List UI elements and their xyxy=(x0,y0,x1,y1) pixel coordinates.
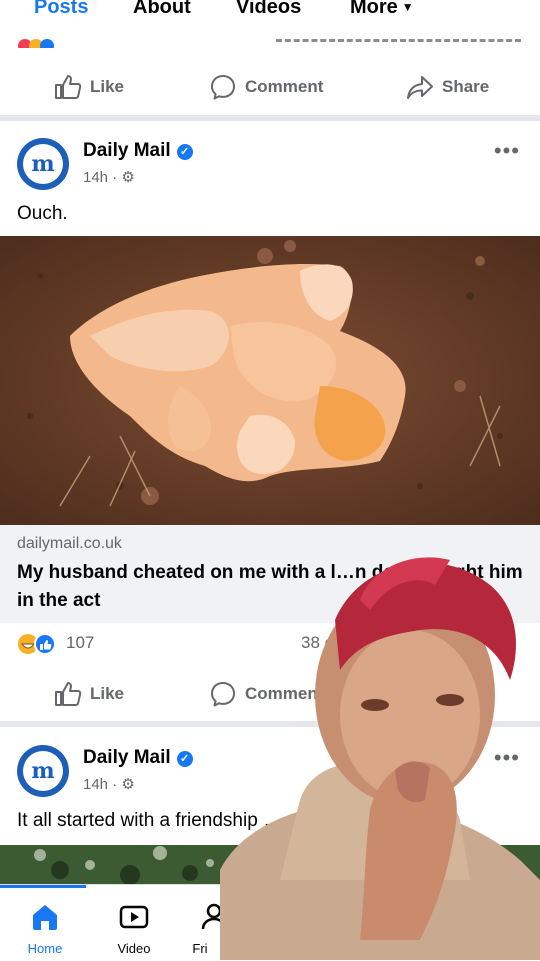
share-label: Share xyxy=(442,77,490,96)
post-header: m Daily Mail ✓ 14h · ⚙ ••• xyxy=(0,138,540,198)
video-overlay xyxy=(220,540,540,960)
post-caption: Ouch. xyxy=(17,203,68,224)
person-video-graphic xyxy=(220,557,540,960)
post-meta: 14h · ⚙ xyxy=(83,776,135,793)
share-button[interactable]: Share xyxy=(406,59,489,115)
link-domain: dailymail.co.uk xyxy=(17,535,122,552)
reaction-count[interactable]: 107 xyxy=(66,633,94,653)
haha-like-reaction-icons xyxy=(18,633,56,655)
page-name-row: Daily Mail ✓ xyxy=(83,747,193,769)
tab-more-label: More xyxy=(350,0,398,18)
post-meta: 14h · ⚙ xyxy=(83,169,135,186)
reaction-icons xyxy=(18,39,80,48)
thumbs-up-icon xyxy=(55,682,82,706)
verified-badge-icon: ✓ xyxy=(176,144,193,160)
previous-post-counts xyxy=(276,39,521,45)
previous-post-actions: Like Comment Share xyxy=(0,59,540,115)
nav-home-label: Home xyxy=(27,941,63,956)
page-avatar[interactable]: m xyxy=(17,138,69,190)
comment-label: Comment xyxy=(245,77,324,96)
home-icon xyxy=(33,905,57,930)
active-indicator xyxy=(0,885,86,888)
thumbs-up-icon xyxy=(55,75,82,99)
video-icon xyxy=(119,905,149,929)
globe-icon: ⚙ xyxy=(121,776,135,793)
page-name[interactable]: Daily Mail xyxy=(83,140,171,161)
tab-more[interactable]: More ▼ xyxy=(350,0,414,19)
tab-posts[interactable]: Posts xyxy=(34,0,88,19)
like-button[interactable]: Like xyxy=(54,59,124,115)
verified-badge-icon: ✓ xyxy=(176,751,193,767)
comment-bubble-icon xyxy=(211,75,235,100)
post-divider xyxy=(0,115,540,121)
post-time[interactable]: 14h xyxy=(83,169,108,186)
page-name-row: Daily Mail ✓ xyxy=(83,140,193,162)
post-image[interactable] xyxy=(0,236,540,525)
caret-down-icon: ▼ xyxy=(401,0,414,14)
like-button[interactable]: Like xyxy=(54,666,124,722)
globe-icon: ⚙ xyxy=(121,169,135,186)
reaction-icons[interactable] xyxy=(17,633,59,655)
like-label: Like xyxy=(90,684,125,703)
page-name[interactable]: Daily Mail xyxy=(83,747,171,768)
share-arrow-icon xyxy=(407,76,433,99)
daily-mail-logo: m xyxy=(23,144,63,184)
tab-videos[interactable]: Videos xyxy=(236,0,301,19)
post-photo-graphic xyxy=(0,236,540,525)
comment-button[interactable]: Comment xyxy=(209,59,323,115)
more-options-icon[interactable]: ••• xyxy=(494,138,520,164)
page-avatar[interactable]: m xyxy=(17,745,69,797)
daily-mail-logo: m xyxy=(23,751,63,791)
nav-home[interactable]: Home xyxy=(0,885,90,961)
tab-about[interactable]: About xyxy=(133,0,191,19)
profile-tabs: Posts About Videos More ▼ xyxy=(0,0,540,24)
previous-post-stats xyxy=(0,36,540,48)
post-time[interactable]: 14h xyxy=(83,776,108,793)
like-label: Like xyxy=(90,77,125,96)
